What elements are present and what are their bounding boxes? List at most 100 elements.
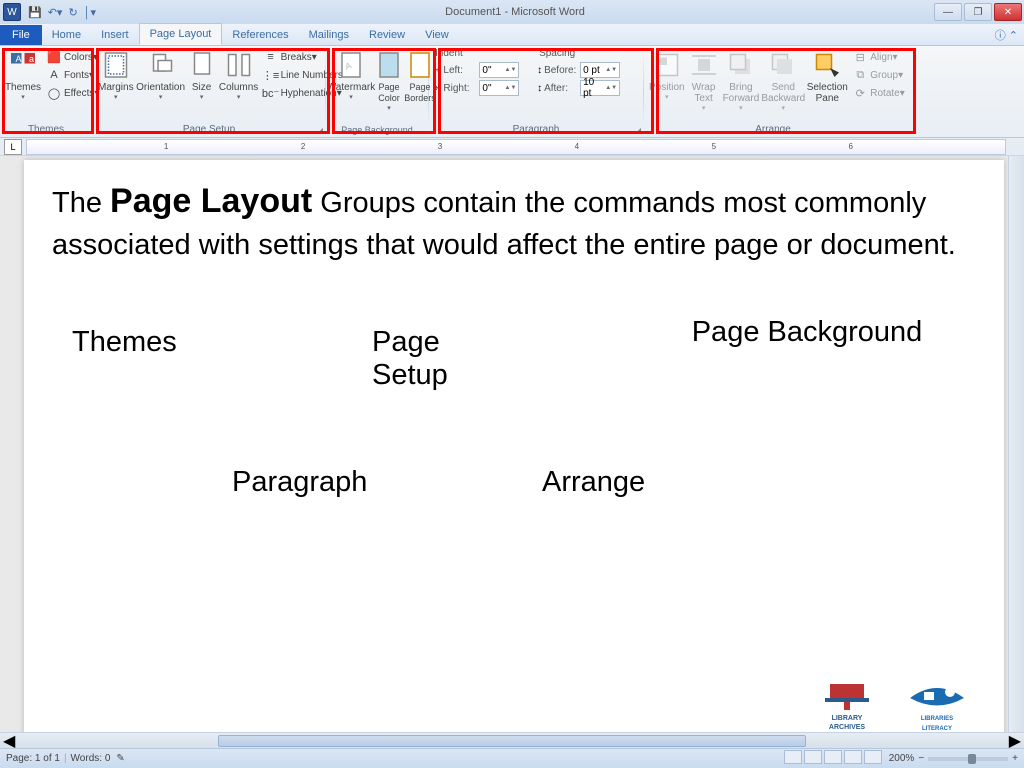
document-area: The Page Layout Groups contain the comma… <box>0 156 1024 748</box>
group-icon: ⧉ <box>853 68 867 82</box>
tab-selector[interactable]: L <box>4 139 22 155</box>
tab-file[interactable]: File <box>0 25 42 45</box>
quick-access-toolbar: 💾 ↶▾ ↻ │▾ <box>26 6 98 19</box>
tab-references[interactable]: References <box>222 25 298 45</box>
label-arrange: Arrange <box>542 466 645 499</box>
indent-right-input[interactable]: 0"▲▼ <box>479 80 519 96</box>
zoom-out-button[interactable]: − <box>918 753 924 764</box>
ribbon: Aa Themes▾ 🟥Colors ▾ AFonts ▾ ◯Effects ▾… <box>0 46 1024 138</box>
hyphenation-icon: bc⁻ <box>264 86 278 100</box>
send-backward-icon <box>768 50 798 80</box>
indent-right-icon: ⇤ <box>433 83 441 94</box>
orientation-button[interactable]: Orientation▾ <box>137 48 185 123</box>
svg-text:A: A <box>16 54 22 64</box>
spacing-before-input[interactable]: 0 pt▲▼ <box>580 62 620 78</box>
size-icon <box>187 50 217 80</box>
horizontal-scrollbar[interactable]: ◀▶ <box>0 732 1024 748</box>
columns-button[interactable]: Columns▾ <box>219 48 259 123</box>
label-page-background: Page Background <box>682 316 932 349</box>
group-page-setup: Margins▾ Orientation▾ Size▾ Columns▾ ≡Br… <box>93 46 325 137</box>
group-button[interactable]: ⧉Group ▾ <box>850 66 908 84</box>
page-setup-dialog-launcher[interactable]: ◢ <box>317 126 323 135</box>
indent-left-input[interactable]: 0"▲▼ <box>479 62 519 78</box>
align-button[interactable]: ⊟Align ▾ <box>850 48 908 66</box>
spacing-before-icon: ↕ <box>537 65 542 76</box>
tab-mailings[interactable]: Mailings <box>299 25 359 45</box>
zoom-in-button[interactable]: + <box>1012 753 1018 764</box>
wrap-text-icon <box>689 50 719 80</box>
window-title: Document1 - Microsoft Word <box>98 6 932 18</box>
bring-forward-button[interactable]: Bring Forward▾ <box>722 48 761 123</box>
proofing-icon[interactable]: ✎ <box>116 753 124 764</box>
zoom-slider[interactable] <box>928 757 1008 761</box>
group-arrange: Position▾ Wrap Text▾ Bring Forward▾ Send… <box>644 46 902 137</box>
margins-button[interactable]: Margins▾ <box>97 48 135 123</box>
help-icon[interactable]: ⓘ ⌃ <box>989 25 1024 45</box>
status-page[interactable]: Page: 1 of 1 <box>6 753 60 764</box>
position-button[interactable]: Position▾ <box>648 48 686 123</box>
group-themes-label: Themes <box>4 123 88 137</box>
rotate-button[interactable]: ⟳Rotate ▾ <box>850 84 908 102</box>
orientation-icon <box>146 50 176 80</box>
fonts-icon: A <box>47 68 61 82</box>
size-button[interactable]: Size▾ <box>187 48 217 123</box>
send-backward-button[interactable]: Send Backward▾ <box>762 48 804 123</box>
tab-insert[interactable]: Insert <box>91 25 139 45</box>
library-archives-logo: LIBRARY ARCHIVES <box>810 678 884 738</box>
qat-more-icon[interactable]: │▾ <box>82 6 98 19</box>
tab-page-layout[interactable]: Page Layout <box>139 23 223 45</box>
zoom-level[interactable]: 200% <box>889 753 915 764</box>
document-page[interactable]: The Page Layout Groups contain the comma… <box>24 160 1004 748</box>
wrap-text-button[interactable]: Wrap Text▾ <box>688 48 720 123</box>
ribbon-tabs: File Home Insert Page Layout References … <box>0 24 1024 46</box>
minimize-button[interactable]: — <box>934 3 962 21</box>
tab-review[interactable]: Review <box>359 25 415 45</box>
tab-home[interactable]: Home <box>42 25 91 45</box>
bring-forward-icon <box>726 50 756 80</box>
paragraph-dialog-launcher[interactable]: ◢ <box>635 126 641 135</box>
group-page-setup-label: Page Setup <box>97 123 321 137</box>
themes-button[interactable]: Aa Themes▾ <box>4 48 42 123</box>
group-paragraph: Indent ⇥ Left: 0"▲▼ ⇤ Right: 0"▲▼ Spacin… <box>429 46 643 137</box>
save-icon[interactable]: 💾 <box>26 6 44 19</box>
libraries-literacy-logo: LIBRARIESLITERACY <box>900 678 974 738</box>
ruler-row: L 12 34 56 <box>0 138 1024 156</box>
svg-text:LIBRARY: LIBRARY <box>832 715 863 722</box>
spacing-before-label: Before: <box>544 65 578 76</box>
watermark-button[interactable]: AWatermark▾ <box>330 48 372 124</box>
indent-left-label: Left: <box>443 65 477 76</box>
indent-header: Indent <box>433 48 527 61</box>
svg-text:a: a <box>29 54 34 64</box>
spacing-after-label: After: <box>544 83 578 94</box>
status-words[interactable]: Words: 0 <box>71 753 111 764</box>
svg-text:ARCHIVES: ARCHIVES <box>829 724 866 731</box>
effects-icon: ◯ <box>47 86 61 100</box>
group-page-background-label: Page Background <box>330 124 424 137</box>
undo-icon[interactable]: ↶▾ <box>46 6 65 19</box>
maximize-button[interactable]: ❐ <box>964 3 992 21</box>
selection-pane-icon <box>812 50 842 80</box>
spacing-header: Spacing <box>537 48 639 61</box>
main-paragraph: The Page Layout Groups contain the comma… <box>52 180 976 266</box>
vertical-scrollbar[interactable] <box>1008 156 1024 748</box>
label-page-setup: Page Setup <box>372 326 492 392</box>
svg-text:LIBRARIES: LIBRARIES <box>921 716 953 722</box>
tab-view[interactable]: View <box>415 25 459 45</box>
group-arrange-label: Arrange <box>648 123 898 137</box>
margins-icon <box>101 50 131 80</box>
group-page-background: AWatermark▾ Page Color▾ Page Borders Pag… <box>326 46 428 137</box>
close-button[interactable]: ✕ <box>994 3 1022 21</box>
spacing-after-icon: ↕ <box>537 83 542 94</box>
status-bar: Page: 1 of 1 | Words: 0 ✎ 200% − + <box>0 748 1024 768</box>
selection-pane-button[interactable]: Selection Pane <box>806 48 848 123</box>
line-numbers-icon: ⋮≡ <box>264 68 278 82</box>
rotate-icon: ⟳ <box>853 86 867 100</box>
indent-right-label: Right: <box>443 83 477 94</box>
horizontal-ruler[interactable]: 12 34 56 <box>26 139 1006 155</box>
redo-icon[interactable]: ↻ <box>66 6 79 19</box>
view-buttons[interactable] <box>783 750 883 767</box>
word-icon: W <box>3 3 21 21</box>
watermark-icon: A <box>336 50 366 80</box>
page-color-button[interactable]: Page Color▾ <box>374 48 404 124</box>
spacing-after-input[interactable]: 10 pt▲▼ <box>580 80 620 96</box>
